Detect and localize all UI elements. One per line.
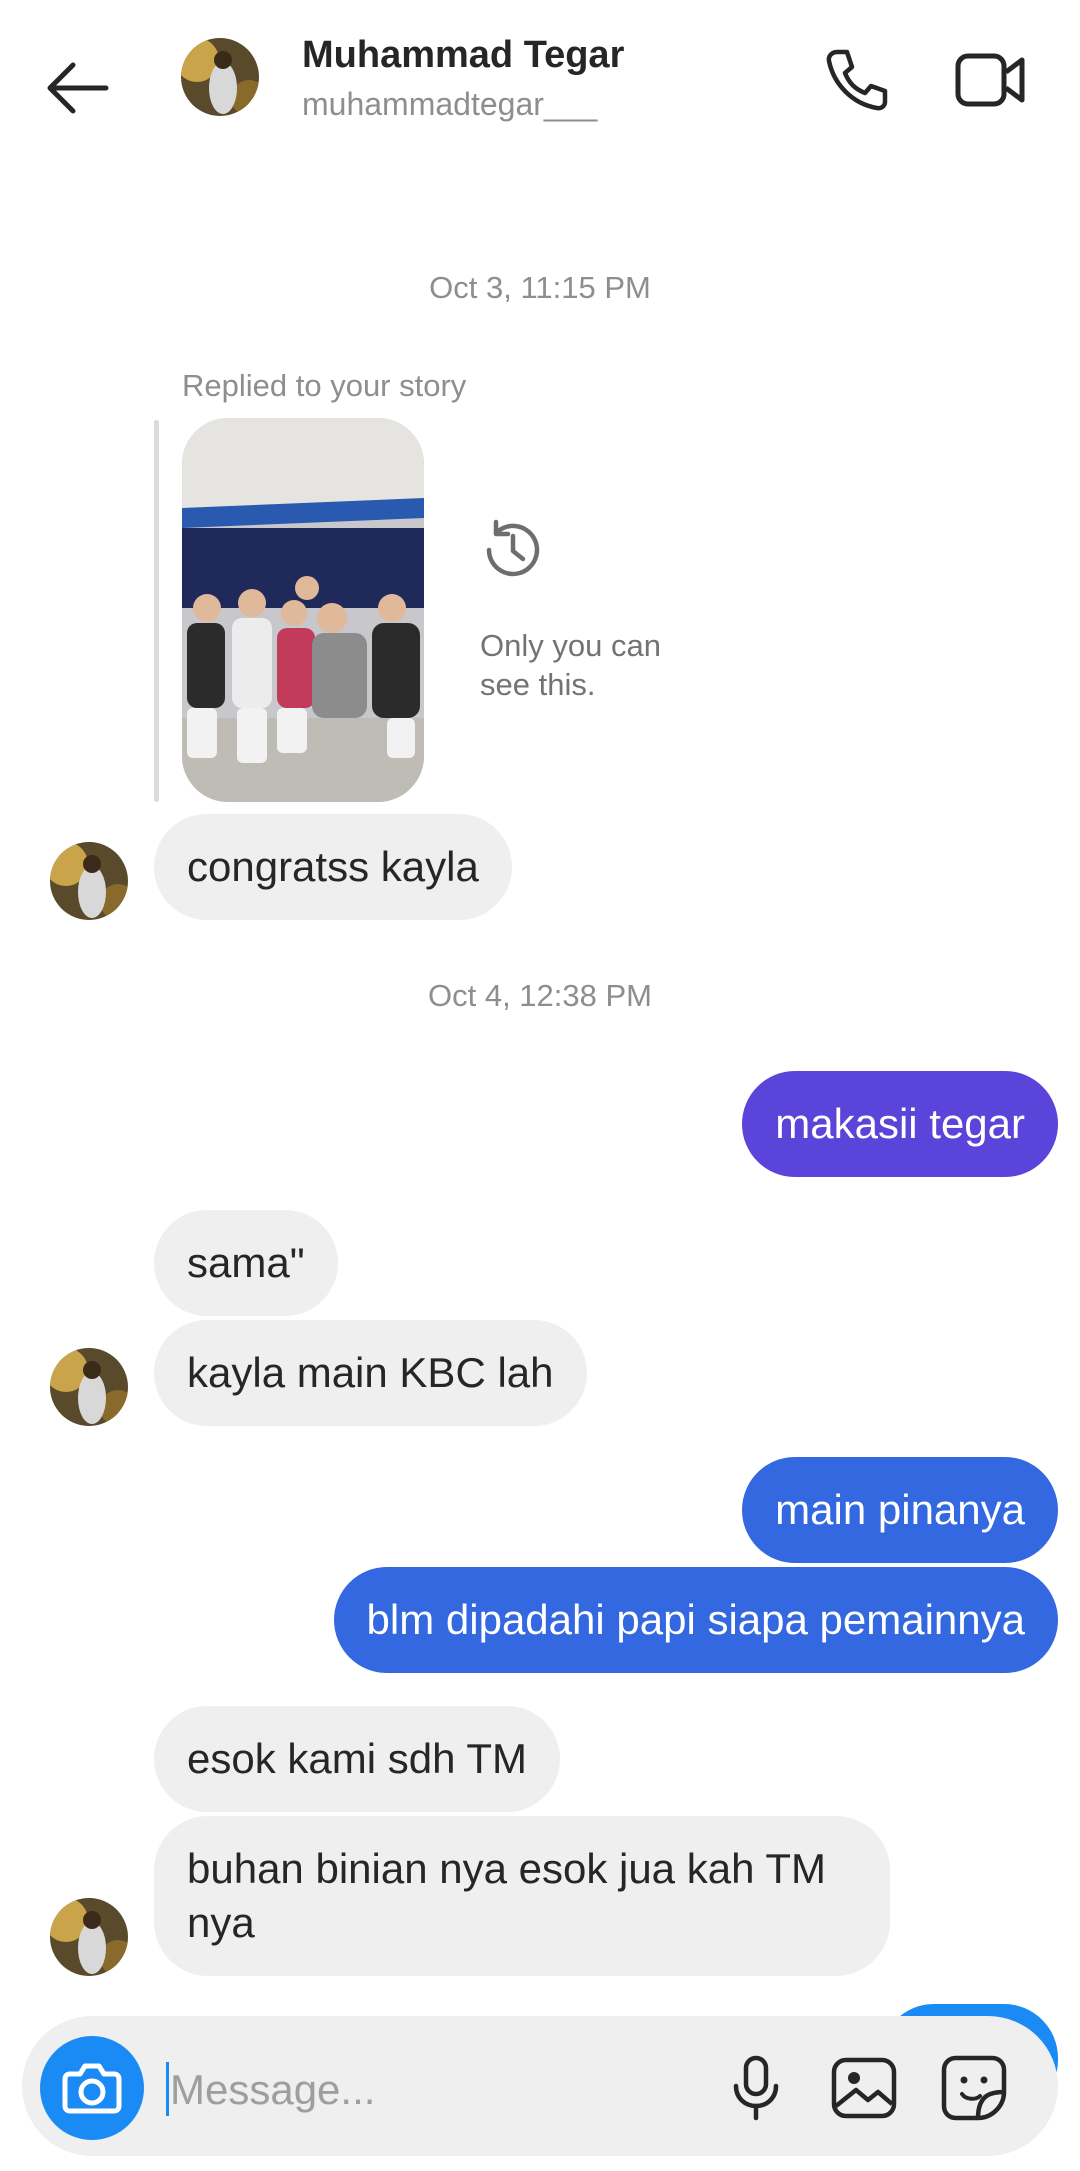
sender-avatar[interactable] [50, 842, 128, 920]
timestamp: Oct 4, 12:38 PM [428, 978, 652, 1013]
camera-button[interactable] [40, 2036, 144, 2140]
back-button[interactable] [40, 48, 120, 128]
video-call-button[interactable] [950, 40, 1030, 120]
contact-name[interactable]: Muhammad Tegar [302, 34, 624, 77]
sticker-button[interactable] [936, 2050, 1012, 2126]
reply-indicator-bar [154, 420, 159, 802]
incoming-message[interactable]: sama" [154, 1210, 338, 1316]
image-icon [831, 2057, 897, 2119]
message-line: nya [187, 1899, 255, 1946]
outgoing-message[interactable]: blm dipadahi papi siapa pemainnya [333, 1567, 1058, 1673]
incoming-message[interactable]: kayla main KBC lah [154, 1320, 587, 1426]
incoming-message[interactable]: buhan binian nya esok jua kah TM nya [154, 1816, 890, 1976]
header-avatar[interactable] [181, 38, 259, 116]
outgoing-message[interactable]: main pinanya [742, 1457, 1058, 1563]
timestamp: Oct 3, 11:15 PM [429, 270, 651, 305]
private-reply-note: Only you can see this. [480, 628, 661, 702]
story-reply-label: Replied to your story [182, 368, 467, 403]
arrow-left-icon [47, 62, 109, 114]
microphone-icon [733, 2055, 779, 2121]
story-thumbnail[interactable] [182, 418, 424, 802]
story-history-icon [475, 512, 551, 588]
voice-call-button[interactable] [815, 40, 895, 120]
sender-avatar[interactable] [50, 1348, 128, 1426]
gallery-button[interactable] [826, 2050, 902, 2126]
video-camera-icon [955, 53, 1025, 107]
contact-username[interactable]: muhammadtegar___ [302, 86, 597, 123]
incoming-message[interactable]: esok kami sdh TM [154, 1706, 560, 1812]
sender-avatar[interactable] [50, 1898, 128, 1976]
phone-icon [826, 49, 888, 111]
voice-message-button[interactable] [718, 2050, 794, 2126]
message-line: buhan binian nya esok jua kah TM [187, 1845, 826, 1892]
incoming-message[interactable]: congratss kayla [154, 814, 512, 920]
camera-icon [62, 2063, 122, 2114]
sticker-icon [941, 2055, 1007, 2121]
message-input[interactable] [168, 2056, 692, 2124]
outgoing-message[interactable]: makasii tegar [742, 1071, 1058, 1177]
